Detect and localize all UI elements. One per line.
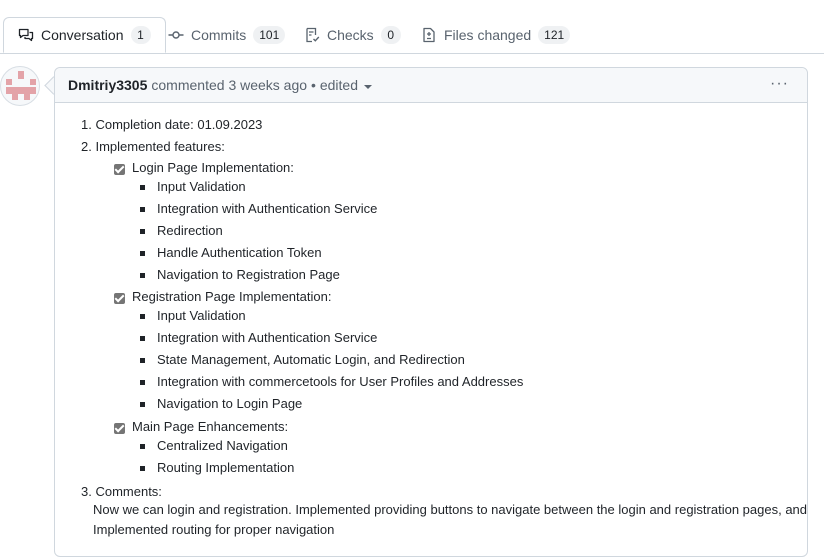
comment-box: Dmitriy3305 commented 3 weeks ago • edit… xyxy=(54,67,808,557)
task-registration-title: Registration Page Implementation: xyxy=(132,289,332,304)
tab-files-changed-label: Files changed xyxy=(444,27,532,43)
identicon-icon xyxy=(6,71,36,100)
tab-conversation[interactable]: Conversation 1 xyxy=(3,17,166,53)
task-login-title: Login Page Implementation: xyxy=(132,160,294,175)
list-item: Navigation to Login Page xyxy=(157,396,303,411)
tab-checks-counter: 0 xyxy=(380,26,401,44)
bullet-marker xyxy=(140,444,145,449)
list-item: Routing Implementation xyxy=(157,460,295,475)
tab-commits[interactable]: Commits 101 xyxy=(154,17,299,53)
tab-checks-label: Checks xyxy=(327,27,374,43)
bullet-marker xyxy=(140,229,145,234)
task-checkbox-registration[interactable] xyxy=(114,293,125,304)
list-item: Navigation to Registration Page xyxy=(157,267,340,282)
bullet-marker xyxy=(140,358,145,363)
chevron-down-icon xyxy=(364,84,372,89)
bullet-marker xyxy=(140,207,145,212)
comment-author[interactable]: Dmitriy3305 xyxy=(68,77,147,93)
comments-text-line-2: Implemented routing for proper navigatio… xyxy=(93,522,335,537)
tab-files-changed-counter: 121 xyxy=(538,26,571,44)
list-item: Handle Authentication Token xyxy=(157,245,322,260)
list-item-features: 2. Implemented features: xyxy=(81,139,225,154)
bullet-marker xyxy=(140,185,145,190)
list-item-completion: 1. Completion date: 01.09.2023 xyxy=(81,117,263,132)
bullet-marker xyxy=(140,336,145,341)
edited-label: edited xyxy=(319,77,358,93)
list-item: Integration with commercetools for User … xyxy=(157,374,524,389)
file-diff-icon xyxy=(423,27,435,43)
list-item: Input Validation xyxy=(157,179,246,194)
pr-tab-bar: Conversation 1 Commits 101 Checks 0 File… xyxy=(0,0,824,54)
bullet-marker xyxy=(140,273,145,278)
edited-dropdown[interactable]: edited xyxy=(320,77,372,93)
list-item: Integration with Authentication Service xyxy=(157,330,378,345)
list-item: Centralized Navigation xyxy=(157,438,288,453)
comment-time[interactable]: 3 weeks ago xyxy=(228,77,307,93)
kebab-menu-icon[interactable]: ··· xyxy=(770,76,789,92)
tab-conversation-counter: 1 xyxy=(130,26,151,44)
bullet-marker xyxy=(140,380,145,385)
comment-discussion-icon xyxy=(18,28,34,42)
tab-commits-counter: 101 xyxy=(253,26,286,44)
tab-files-changed[interactable]: Files changed 121 xyxy=(407,17,584,53)
task-checkbox-login[interactable] xyxy=(114,164,125,175)
tab-commits-label: Commits xyxy=(191,27,247,43)
avatar[interactable] xyxy=(0,66,40,106)
comments-text-line-1: Now we can login and registration. Imple… xyxy=(93,502,808,517)
git-commit-icon xyxy=(168,31,184,39)
bullet-marker xyxy=(140,251,145,256)
task-checkbox-main[interactable] xyxy=(114,423,125,434)
task-main-title: Main Page Enhancements: xyxy=(132,419,289,434)
comment-action: commented xyxy=(151,77,225,93)
list-item-comments: 3. Comments: xyxy=(81,484,162,499)
comment-separator: • xyxy=(310,77,316,93)
tab-checks[interactable]: Checks 0 xyxy=(290,17,415,53)
bullet-marker xyxy=(140,314,145,319)
bullet-marker xyxy=(140,466,145,471)
list-item: State Management, Automatic Login, and R… xyxy=(157,352,465,367)
comment-header: Dmitriy3305 commented 3 weeks ago • edit… xyxy=(55,68,807,103)
checklist-icon xyxy=(306,27,320,43)
tab-conversation-label: Conversation xyxy=(41,27,124,43)
list-item: Integration with Authentication Service xyxy=(157,201,378,216)
list-item: Input Validation xyxy=(157,308,246,323)
list-item: Redirection xyxy=(157,223,223,238)
bullet-marker xyxy=(140,402,145,407)
